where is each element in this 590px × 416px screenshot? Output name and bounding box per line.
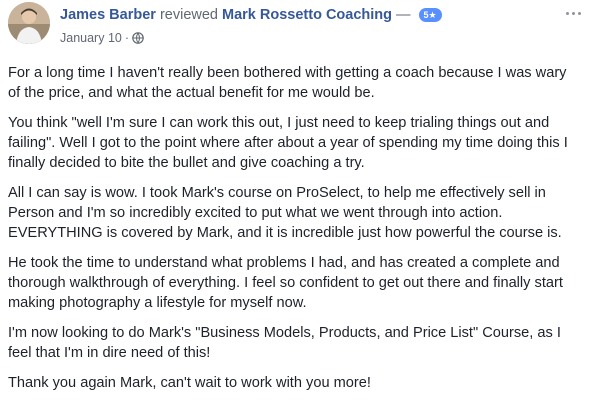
review-header: James Barber reviewed Mark Rossetto Coac… xyxy=(0,0,590,60)
globe-icon[interactable] xyxy=(132,32,144,48)
more-options-icon[interactable] xyxy=(565,8,583,20)
meta-separator: · xyxy=(124,31,130,45)
post-meta: January 10 · xyxy=(60,30,144,48)
review-paragraph: For a long time I haven't really been bo… xyxy=(8,65,567,101)
page-name-link[interactable]: Mark Rossetto Coaching xyxy=(222,7,392,23)
post-date-link[interactable]: January 10 xyxy=(60,31,122,45)
title-dash: — xyxy=(396,7,411,23)
review-paragraph: All I can say is wow. I took Mark's cour… xyxy=(8,185,562,241)
rating-badge: 5★ xyxy=(418,8,442,22)
review-paragraph: I'm now looking to do Mark's "Business M… xyxy=(8,325,561,361)
review-paragraph: He took the time to understand what prob… xyxy=(8,255,563,311)
review-paragraph: Thank you again Mark, can't wait to work… xyxy=(8,375,371,391)
author-avatar[interactable] xyxy=(8,2,50,44)
more-dot xyxy=(572,12,575,15)
more-dot xyxy=(578,12,581,15)
review-paragraph: You think "well I'm sure I can work this… xyxy=(8,115,568,171)
review-title: James Barber reviewed Mark Rossetto Coac… xyxy=(60,6,442,24)
review-verb: reviewed xyxy=(159,7,218,23)
review-body: For a long time I haven't really been bo… xyxy=(8,63,582,403)
more-dot xyxy=(566,12,569,15)
author-name-link[interactable]: James Barber xyxy=(60,7,156,23)
